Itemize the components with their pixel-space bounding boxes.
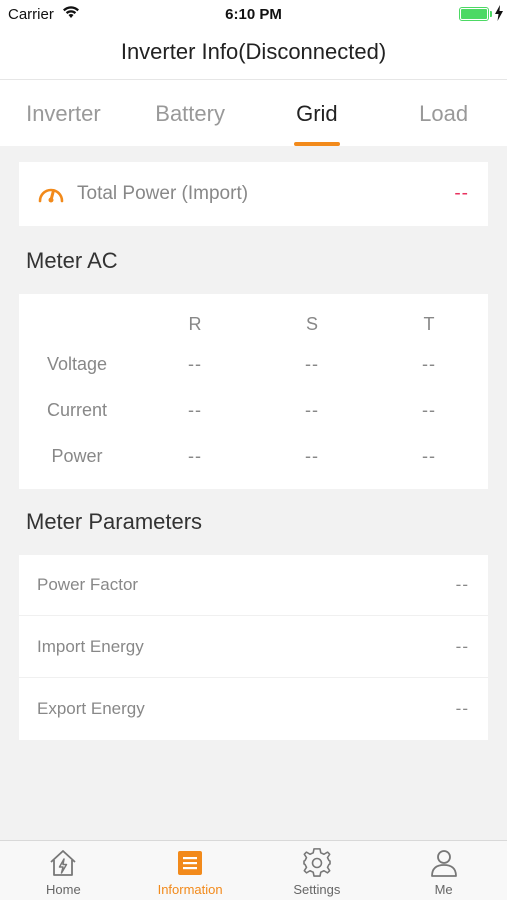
- tab-load[interactable]: Load: [380, 80, 507, 146]
- meter-ac-table: R S T Voltage -- -- -- Current -- -- -- …: [19, 294, 488, 489]
- tab-label: Load: [419, 101, 469, 126]
- power-r-value: --: [188, 446, 202, 466]
- meter-ac-title: Meter AC: [26, 248, 118, 273]
- column-header-t: T: [423, 314, 435, 334]
- column-header-r: R: [188, 314, 202, 334]
- current-s-value: --: [305, 400, 319, 420]
- meter-parameters-title: Meter Parameters: [26, 509, 203, 534]
- power-t-value: --: [422, 446, 436, 466]
- export-energy-label: Export Energy: [37, 699, 145, 718]
- tabbar-item-me[interactable]: Me: [380, 841, 507, 900]
- active-tab-indicator: [293, 142, 340, 146]
- power-factor-label: Power Factor: [37, 575, 139, 594]
- import-energy-value: --: [455, 637, 469, 656]
- gauge-icon: [38, 188, 64, 203]
- tab-label: Grid: [296, 101, 338, 126]
- meter-ac-card: R S T Voltage -- -- -- Current -- -- -- …: [19, 294, 488, 489]
- status-time: 6:10 PM: [225, 6, 282, 23]
- battery-tip: [490, 11, 492, 17]
- tabbar-label: Settings: [293, 882, 341, 897]
- home-icon: [50, 850, 76, 876]
- export-energy-value: --: [455, 699, 469, 718]
- status-bar: Carrier 6:10 PM: [0, 0, 507, 28]
- tabbar-item-information[interactable]: Information: [127, 841, 254, 900]
- parameter-row-power-factor: Power Factor --: [19, 555, 488, 616]
- tab-grid[interactable]: Grid: [254, 80, 381, 146]
- current-t-value: --: [422, 400, 436, 420]
- user-icon: [430, 850, 457, 877]
- total-power-label: Total Power (Import): [77, 183, 249, 204]
- voltage-t-value: --: [422, 354, 436, 374]
- parameter-row-export-energy: Export Energy --: [19, 679, 488, 740]
- power-s-value: --: [305, 446, 319, 466]
- parameter-row-import-energy: Import Energy --: [19, 617, 488, 678]
- bottom-tab-bar: Home Information Settings Me: [0, 840, 507, 900]
- tabbar-item-settings[interactable]: Settings: [254, 841, 381, 900]
- tabbar-item-home[interactable]: Home: [0, 841, 127, 900]
- power-factor-value: --: [455, 575, 469, 594]
- tab-label: Inverter: [26, 101, 101, 126]
- total-power-card: Total Power (Import) --: [19, 162, 488, 226]
- tabbar-label: Me: [434, 882, 453, 897]
- tab-inverter[interactable]: Inverter: [0, 80, 127, 146]
- row-label-voltage: Voltage: [46, 354, 108, 374]
- navigation-bar: Inverter Info(Disconnected): [0, 28, 507, 80]
- column-header-s: S: [305, 314, 318, 334]
- import-energy-label: Import Energy: [37, 637, 144, 656]
- gear-icon: [303, 848, 331, 877]
- current-r-value: --: [188, 400, 202, 420]
- tab-label: Battery: [155, 101, 225, 126]
- tabbar-label: Home: [46, 882, 81, 897]
- page-title: Inverter Info(Disconnected): [120, 39, 387, 64]
- row-label-current: Current: [46, 400, 108, 420]
- voltage-s-value: --: [305, 354, 319, 374]
- segment-tabs: Inverter Battery Grid Load: [0, 80, 507, 146]
- tabbar-label: Information: [157, 882, 223, 897]
- information-icon: [178, 851, 203, 875]
- battery-icon: [459, 7, 489, 21]
- total-power-value: --: [454, 183, 469, 204]
- meter-parameters-card: Power Factor -- Import Energy -- Export …: [19, 555, 488, 740]
- tab-battery[interactable]: Battery: [127, 80, 254, 146]
- row-label-power: Power: [51, 446, 103, 466]
- charging-bolt-icon: [495, 5, 503, 21]
- voltage-r-value: --: [188, 354, 202, 374]
